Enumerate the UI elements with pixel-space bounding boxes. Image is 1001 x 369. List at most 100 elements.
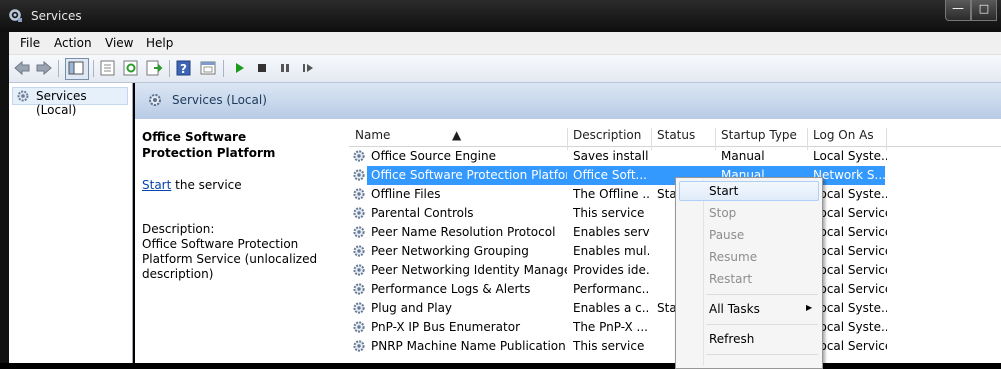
selected-service-title: Office Software Protection Platform [142, 130, 276, 160]
cell-name: Offline Files [371, 187, 441, 201]
column-startup-type[interactable]: Startup Type [721, 128, 797, 142]
cell-log-on-as: Local Syste... [813, 320, 887, 334]
cell-log-on-as: Local Syste... [813, 187, 887, 201]
panel-title: Services (Local) [172, 93, 267, 107]
menu-item-start[interactable]: Start [709, 184, 738, 198]
service-gear-icon [352, 225, 367, 243]
menu-item-restart[interactable]: Restart [709, 272, 752, 286]
cell-name: Performance Logs & Alerts [371, 282, 531, 296]
cell-name: Office Software Protection Platform [371, 168, 567, 182]
description-body: Office Software Protection Platform Serv… [142, 237, 318, 281]
maximize-button[interactable]: □ [971, 0, 997, 21]
minimize-button[interactable]: — [945, 0, 971, 21]
cell-startup-type: Manual [721, 149, 765, 163]
services-pane: Services (Local) Office Software Protect… [135, 83, 1001, 363]
cell-name: Plug and Play [371, 301, 453, 315]
service-gear-icon [352, 339, 367, 357]
restart-icon[interactable] [299, 60, 317, 76]
menu-bar: File Action View Help [9, 32, 1001, 55]
cell-log-on-as: Local Service [813, 244, 887, 258]
cell-description: Enables mul... [573, 244, 649, 258]
service-gear-icon [352, 187, 367, 205]
help-icon[interactable]: ? [175, 60, 193, 76]
table-row[interactable]: Office Source Engine Saves install... Manu… [349, 147, 1001, 166]
services-gear-icon [16, 89, 32, 107]
title-bar: Services — □ [0, 0, 1001, 32]
description-label: Description: [142, 222, 215, 236]
tree-item-label: Services (Local) [36, 89, 87, 117]
column-name[interactable]: Name [355, 128, 390, 142]
start-service-line: Start the service [142, 178, 242, 192]
cell-description: Office Soft... [573, 168, 647, 182]
start-service-suffix: the service [171, 178, 242, 192]
console-tree: Services (Local) [9, 83, 133, 363]
cell-description: Saves install... [573, 149, 649, 163]
console-icon[interactable] [199, 60, 217, 76]
cell-description: Performanc... [573, 282, 649, 296]
properties-icon[interactable] [99, 60, 117, 76]
forward-icon[interactable] [35, 60, 53, 76]
submenu-arrow-icon: ▶ [806, 303, 813, 312]
cell-log-on-as: Local Service [813, 339, 887, 353]
cell-log-on-as: Local Service [813, 263, 887, 277]
cell-log-on-as: Local Syste... [813, 301, 887, 315]
cell-log-on-as: Network S... [813, 168, 886, 182]
menu-view[interactable]: View [105, 36, 133, 50]
column-header: ▲ Name Description Status Startup Type L… [349, 124, 1001, 150]
show-hide-tree-icon[interactable] [65, 58, 89, 80]
cell-log-on-as: Local Service [813, 225, 887, 239]
cell-description: This service ... [573, 206, 649, 220]
export-list-icon[interactable] [145, 60, 163, 76]
tree-item-services-local[interactable]: Services (Local) [12, 87, 128, 117]
cell-name: Peer Name Resolution Protocol [371, 225, 556, 239]
cell-name: PNRP Machine Name Publication ... [371, 339, 567, 353]
cell-name: Parental Controls [371, 206, 474, 220]
services-icon [9, 9, 23, 23]
refresh-icon[interactable] [122, 60, 140, 76]
cell-name: PnP-X IP Bus Enumerator [371, 320, 520, 334]
menu-item-refresh[interactable]: Refresh [709, 332, 754, 346]
menu-item-resume[interactable]: Resume [709, 250, 757, 264]
menu-file[interactable]: File [20, 36, 40, 50]
cell-description: Enables a c... [573, 301, 649, 315]
cell-description: Provides ide... [573, 263, 649, 277]
window-border [0, 32, 9, 363]
cell-description: This service ... [573, 339, 649, 353]
panel-header: Services (Local) [135, 83, 1001, 119]
pause-icon[interactable] [276, 60, 294, 76]
cell-name: Peer Networking Identity Manager [371, 263, 567, 277]
service-gear-icon [352, 320, 367, 338]
window-title: Services [31, 9, 82, 23]
service-gear-icon [352, 263, 367, 281]
context-menu: Start Stop Pause Resume Restart All Task… [675, 177, 823, 369]
start-service-link[interactable]: Start [142, 178, 171, 192]
menu-action[interactable]: Action [54, 36, 92, 50]
menu-help[interactable]: Help [146, 36, 173, 50]
play-icon[interactable] [231, 60, 249, 76]
service-description: Description: Office Software Protection … [142, 222, 342, 282]
menu-item-stop[interactable]: Stop [709, 206, 736, 220]
column-description[interactable]: Description [573, 128, 641, 142]
cell-name: Peer Networking Grouping [371, 244, 529, 258]
context-menu-highlight [679, 181, 819, 201]
back-icon[interactable] [13, 60, 31, 76]
cell-log-on-as: Local Syste... [813, 149, 887, 163]
menu-item-all-tasks[interactable]: All Tasks [709, 302, 760, 316]
service-gear-icon [352, 301, 367, 319]
services-gear-icon [147, 92, 165, 112]
cell-name: Office Source Engine [371, 149, 496, 163]
service-gear-icon [352, 206, 367, 224]
toolbar: ? [9, 55, 1001, 83]
stop-icon[interactable] [253, 60, 271, 76]
service-gear-icon [352, 149, 367, 167]
cell-description: The Offline ... [573, 187, 649, 201]
svg-text:?: ? [180, 62, 187, 76]
column-status[interactable]: Status [657, 128, 695, 142]
service-gear-icon [352, 282, 367, 300]
menu-item-pause[interactable]: Pause [709, 228, 744, 242]
column-log-on-as[interactable]: Log On As [813, 128, 874, 142]
service-gear-icon [352, 168, 367, 186]
minimize-icon: — [952, 1, 964, 15]
sort-ascending-icon: ▲ [452, 128, 462, 142]
maximize-icon: □ [978, 2, 990, 15]
